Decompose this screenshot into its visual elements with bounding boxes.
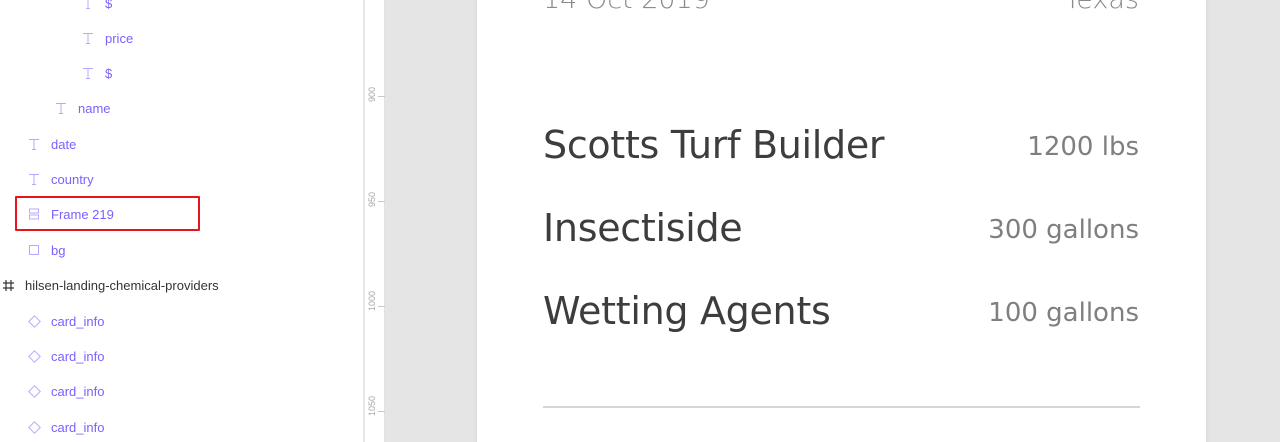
ruler-label: 950: [367, 191, 377, 207]
layer-row-date[interactable]: date: [0, 127, 363, 161]
layer-label: bg: [51, 242, 66, 258]
layer-label: Frame 219: [51, 206, 114, 222]
product-quantity[interactable]: 1200 lbs: [1027, 123, 1139, 171]
product-name[interactable]: Insectiside: [543, 200, 743, 256]
text-layer-icon: [26, 171, 42, 187]
product-name[interactable]: Scotts Turf Builder: [543, 117, 885, 173]
product-row[interactable]: Insectiside 300 gallons: [543, 200, 1139, 256]
ruler-tick: [378, 411, 385, 412]
ruler-label: 1050: [367, 395, 377, 416]
layer-row-card-info[interactable]: card_info: [0, 339, 363, 373]
layer-label: card_info: [51, 348, 105, 364]
layer-row-hilsen-frame[interactable]: hilsen-landing-chemical-providers: [0, 268, 363, 302]
layer-row-name[interactable]: name: [0, 91, 363, 125]
text-layer-icon: [80, 30, 96, 46]
layer-row-card-info[interactable]: card_info: [0, 374, 363, 408]
layer-label: hilsen-landing-chemical-providers: [25, 277, 219, 293]
ruler-tick: [378, 96, 385, 97]
vertical-ruler[interactable]: 900 950 1000 1050: [365, 0, 385, 442]
frame-hash-icon: [0, 277, 16, 293]
product-row[interactable]: Scotts Turf Builder 1200 lbs: [543, 117, 1139, 173]
layer-row-bg[interactable]: bg: [0, 233, 363, 267]
product-quantity[interactable]: 100 gallons: [988, 289, 1139, 337]
layer-label: price: [105, 30, 134, 46]
layer-label: country: [51, 171, 94, 187]
card-divider: [543, 406, 1140, 408]
layer-row-frame-219[interactable]: Frame 219: [0, 197, 363, 231]
component-instance-icon: [26, 348, 42, 364]
text-layer-icon: [26, 136, 42, 152]
text-layer-icon: [53, 100, 69, 116]
product-row[interactable]: Wetting Agents 100 gallons: [543, 283, 1139, 339]
card-date[interactable]: 14 Oct 2019: [543, 0, 710, 20]
ruler-label: 1000: [367, 290, 377, 311]
text-layer-icon: [80, 0, 96, 11]
layer-label: date: [51, 136, 77, 152]
ruler-tick: [378, 306, 385, 307]
layer-label: card_info: [51, 383, 105, 399]
layer-row-price[interactable]: price: [0, 21, 363, 55]
layer-row-card-info[interactable]: card_info: [0, 304, 363, 338]
ruler-label: 900: [367, 86, 377, 102]
layer-row-card-info[interactable]: card_info: [0, 410, 363, 442]
layer-label: card_info: [51, 313, 105, 329]
layer-label: $: [105, 65, 113, 81]
component-instance-icon: [26, 383, 42, 399]
layer-row-dollar-2[interactable]: $: [0, 56, 363, 90]
layer-row-country[interactable]: country: [0, 162, 363, 196]
layer-label: name: [78, 100, 111, 116]
component-instance-icon: [26, 313, 42, 329]
design-canvas[interactable]: 14 Oct 2019 Texas Scotts Turf Builder 12…: [386, 0, 1280, 442]
layer-label: card_info: [51, 419, 105, 435]
product-name[interactable]: Wetting Agents: [543, 283, 831, 339]
layer-row-dollar-1[interactable]: $: [0, 0, 363, 20]
rectangle-icon: [26, 242, 42, 258]
layer-label: $: [105, 0, 113, 11]
product-quantity[interactable]: 300 gallons: [988, 206, 1139, 254]
card-country[interactable]: Texas: [1064, 0, 1139, 20]
layers-panel: $ price $ name date country Frame 219 bg…: [0, 0, 364, 442]
card-frame[interactable]: 14 Oct 2019 Texas Scotts Turf Builder 12…: [477, 0, 1206, 442]
ruler-tick: [378, 201, 385, 202]
text-layer-icon: [80, 65, 96, 81]
component-instance-icon: [26, 419, 42, 435]
auto-layout-vertical-icon: [26, 206, 42, 222]
